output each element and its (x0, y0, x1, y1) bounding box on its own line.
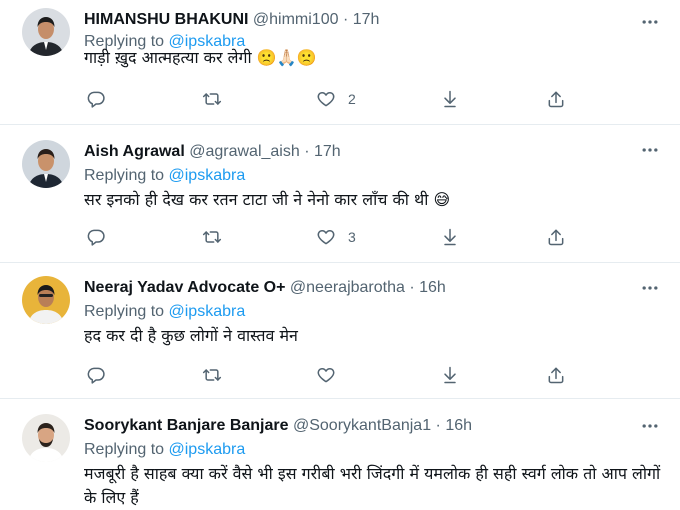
tweet-text: सर इनको ही देख कर रतन टाटा जी ने नेनो का… (84, 190, 451, 209)
download-button[interactable] (440, 88, 460, 110)
reply-button[interactable] (86, 88, 106, 110)
more-icon[interactable] (640, 12, 660, 32)
avatar[interactable] (22, 414, 70, 462)
share-icon (546, 89, 566, 109)
more-icon[interactable] (640, 278, 660, 298)
download-icon (440, 89, 460, 109)
more-icon[interactable] (640, 416, 660, 436)
replying-to-label: Replying to (84, 33, 165, 50)
retweet-button[interactable] (202, 88, 222, 110)
tweet-header: HIMANSHU BHAKUNI @himmi100 · 17h (84, 10, 379, 30)
like-icon (316, 365, 336, 385)
tweet-header: Soorykant Banjare Banjare @SoorykantBanj… (84, 416, 472, 436)
avatar[interactable] (22, 8, 70, 56)
divider (0, 398, 680, 399)
retweet-button[interactable] (202, 226, 222, 248)
tweet-text: गाड़ी ख़ुद आत्महत्या कर लेगी 🙁🙏🏻🙁 (84, 48, 317, 67)
replying-to-label: Replying to (84, 167, 165, 184)
tweet-header: Neeraj Yadav Advocate O+ @neerajbarotha … (84, 278, 446, 298)
reply-icon (86, 365, 106, 385)
mention-link[interactable]: @ipskabra (169, 33, 246, 50)
download-button[interactable] (440, 364, 460, 386)
retweet-button[interactable] (202, 364, 222, 386)
mention-link[interactable]: @ipskabra (169, 441, 246, 458)
like-count: 3 (348, 229, 356, 245)
tweet: Aish Agrawal @agrawal_aish · 17h Replying… (0, 0, 680, 510)
replying-to: Replying to @ipskabra (84, 302, 245, 322)
username[interactable]: @himmi100 (253, 11, 339, 28)
display-name[interactable]: Soorykant Banjare Banjare (84, 417, 289, 434)
separator-dot: · (435, 417, 441, 434)
display-name[interactable]: HIMANSHU BHAKUNI (84, 11, 248, 28)
reply-icon (86, 227, 106, 247)
timestamp[interactable]: 17h (314, 143, 341, 160)
share-icon (546, 365, 566, 385)
reply-button[interactable] (86, 364, 106, 386)
username[interactable]: @SoorykantBanja1 (293, 417, 431, 434)
retweet-icon (202, 89, 222, 109)
tweet-text: मजबूरी है साहब क्या करें वैसे भी इस गरीब… (84, 464, 661, 507)
separator-dot: · (342, 11, 349, 28)
reply-button[interactable] (86, 226, 106, 248)
like-icon (316, 89, 336, 109)
tweet: Soorykant Banjare Banjare @SoorykantBanj… (0, 0, 680, 510)
download-icon (440, 227, 460, 247)
timestamp[interactable]: 17h (353, 11, 380, 28)
share-button[interactable] (546, 364, 566, 386)
tweet-header: Aish Agrawal @agrawal_aish · 17h (84, 142, 341, 162)
mention-link[interactable]: @ipskabra (169, 303, 246, 320)
replying-to: Replying to @ipskabra (84, 440, 245, 460)
divider (0, 262, 680, 263)
timestamp[interactable]: 16h (419, 279, 446, 296)
display-name[interactable]: Neeraj Yadav Advocate O+ (84, 279, 285, 296)
download-icon (440, 365, 460, 385)
username[interactable]: @agrawal_aish (189, 143, 300, 160)
like-button[interactable]: 3 (316, 226, 356, 248)
separator-dot: · (409, 279, 415, 296)
replying-to: Replying to @ipskabra (84, 166, 245, 186)
share-button[interactable] (546, 226, 566, 248)
tweet: Neeraj Yadav Advocate O+ @neerajbarotha … (0, 0, 680, 510)
username[interactable]: @neerajbarotha (290, 279, 405, 296)
tweet-text: हद कर दी है कुछ लोगों ने वास्तव मेन (84, 326, 298, 345)
retweet-icon (202, 365, 222, 385)
replying-to-label: Replying to (84, 303, 165, 320)
tweet: HIMANSHU BHAKUNI @himmi100 · 17h Replying… (0, 0, 680, 510)
display-name[interactable]: Aish Agrawal (84, 143, 185, 160)
reply-icon (86, 89, 106, 109)
timestamp[interactable]: 16h (445, 417, 472, 434)
reply-feed: HIMANSHU BHAKUNI @himmi100 · 17h Replying… (0, 0, 680, 510)
like-icon (316, 227, 336, 247)
separator-dot: · (304, 143, 310, 160)
mention-link[interactable]: @ipskabra (169, 167, 246, 184)
like-button[interactable] (316, 364, 336, 386)
share-button[interactable] (546, 88, 566, 110)
like-count: 2 (348, 91, 356, 107)
download-button[interactable] (440, 226, 460, 248)
replying-to: Replying to @ipskabra (84, 32, 245, 52)
like-button[interactable]: 2 (316, 88, 356, 110)
more-icon[interactable] (640, 140, 660, 160)
replying-to-label: Replying to (84, 441, 165, 458)
share-icon (546, 227, 566, 247)
retweet-icon (202, 227, 222, 247)
avatar[interactable] (22, 276, 70, 324)
divider (0, 124, 680, 125)
avatar[interactable] (22, 140, 70, 188)
